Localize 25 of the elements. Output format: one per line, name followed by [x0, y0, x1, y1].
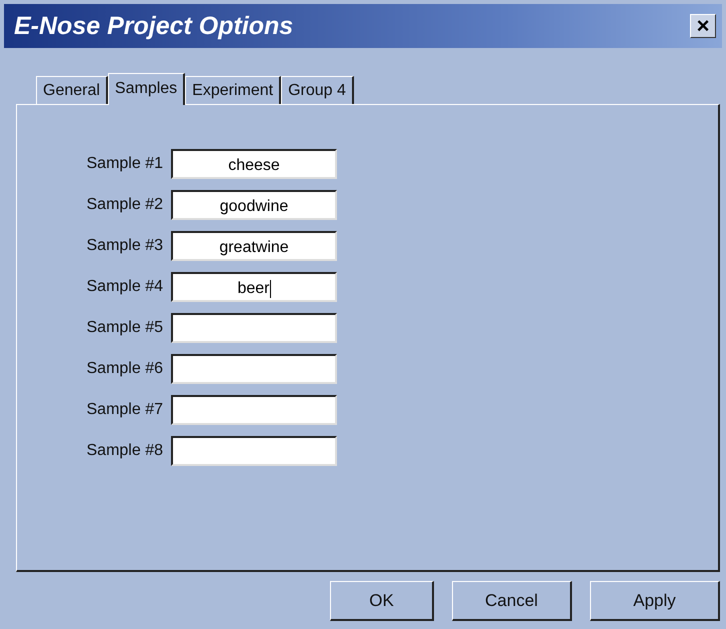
- tab[interactable]: Group 4: [281, 76, 354, 104]
- dialog-button[interactable]: Apply: [590, 581, 720, 621]
- dialog-button[interactable]: OK: [330, 581, 434, 621]
- sample-label: Sample #6: [86, 360, 163, 378]
- tab[interactable]: Samples: [108, 73, 186, 105]
- input-field[interactable]: goodwine: [171, 190, 337, 220]
- sample-label: Sample #3: [86, 237, 163, 255]
- sample-label: Sample #5: [86, 319, 163, 337]
- input-field[interactable]: greatwine: [171, 231, 337, 261]
- window-title: E-Nose Project Options: [14, 12, 294, 40]
- input-field[interactable]: [171, 395, 337, 425]
- sample-label: Sample #2: [86, 196, 163, 214]
- dialog-button[interactable]: Cancel: [452, 581, 572, 621]
- input-field[interactable]: [171, 354, 337, 384]
- sample-label: Sample #1: [86, 155, 163, 173]
- tab[interactable]: Experiment: [185, 76, 282, 104]
- sample-label: Sample #4: [86, 278, 163, 296]
- sample-label: Sample #7: [86, 401, 163, 419]
- sample-label: Sample #8: [86, 442, 163, 460]
- input-field[interactable]: cheese: [171, 149, 337, 179]
- tab[interactable]: General: [36, 76, 108, 104]
- input-field[interactable]: beer: [171, 272, 337, 302]
- input-field[interactable]: [171, 313, 337, 343]
- close-button[interactable]: ×: [690, 14, 716, 38]
- input-field[interactable]: [171, 436, 337, 466]
